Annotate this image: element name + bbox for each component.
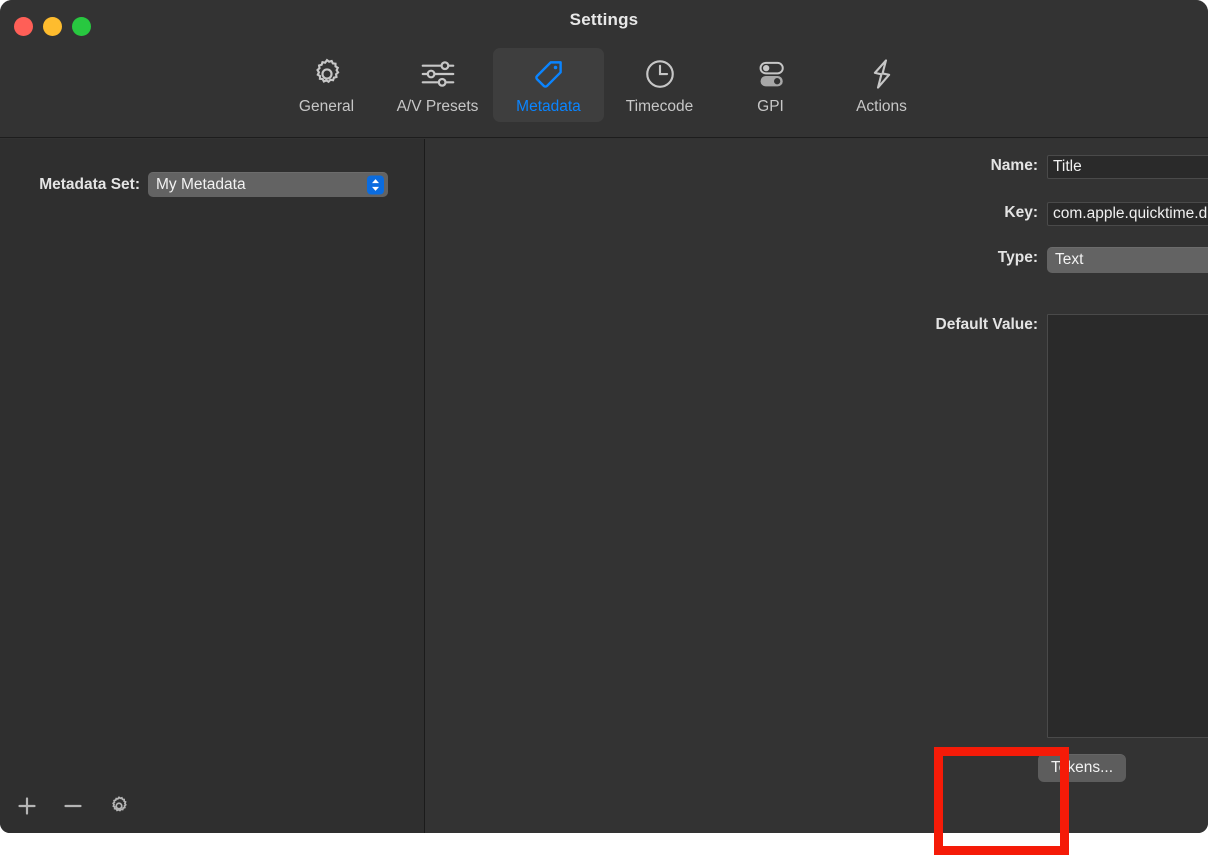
settings-content: Metadata Set: My Metadata Name: Title Ke… <box>0 139 1208 833</box>
toggles-icon <box>754 55 788 93</box>
key-row: Key: com.apple.quicktime.displayname <box>855 202 1208 226</box>
title-bar: Settings General A/V Presets Metadata Ti… <box>0 0 1208 138</box>
key-value: com.apple.quicktime.displayname <box>1053 205 1208 222</box>
tab-label: Actions <box>856 98 907 115</box>
tab-gpi[interactable]: GPI <box>715 48 826 122</box>
metadata-set-label: Metadata Set: <box>39 175 140 193</box>
tab-label: GPI <box>757 98 784 115</box>
default-value-textarea[interactable] <box>1047 314 1208 738</box>
key-input[interactable]: com.apple.quicktime.displayname <box>1047 202 1208 226</box>
type-value: Text <box>1055 251 1084 268</box>
metadata-detail-pane: Name: Title Key: com.apple.quicktime.dis… <box>425 139 1208 833</box>
tab-actions[interactable]: Actions <box>826 48 937 122</box>
tab-timecode[interactable]: Timecode <box>604 48 715 122</box>
tab-general[interactable]: General <box>271 48 382 122</box>
key-label: Key: <box>1004 204 1038 221</box>
tab-label: A/V Presets <box>396 98 479 115</box>
tab-label: Timecode <box>625 98 694 115</box>
name-label: Name: <box>990 157 1038 174</box>
clock-icon <box>643 55 677 93</box>
tab-metadata[interactable]: Metadata <box>493 48 604 122</box>
type-label: Type: <box>997 249 1038 266</box>
type-row: Type: Text <box>855 247 1208 273</box>
metadata-options-button[interactable] <box>104 791 134 821</box>
name-row: Name: Title <box>855 155 1208 179</box>
chevron-up-down-icon <box>367 175 384 194</box>
tokens-button[interactable]: Tokens... <box>1038 754 1127 782</box>
metadata-set-value: My Metadata <box>156 175 246 193</box>
default-value-label: Default Value: <box>935 316 1039 333</box>
metadata-sidebar: Metadata Set: My Metadata <box>0 139 425 833</box>
sidebar-footer-toolbar <box>0 779 425 833</box>
metadata-set-row: Metadata Set: My Metadata <box>0 172 425 197</box>
settings-toolbar: General A/V Presets Metadata Timecode GP… <box>0 48 1208 122</box>
tag-icon <box>532 55 566 93</box>
metadata-set-dropdown[interactable]: My Metadata <box>148 172 388 197</box>
remove-metadata-button[interactable] <box>58 791 88 821</box>
tab-av-presets[interactable]: A/V Presets <box>382 48 493 122</box>
bolt-icon <box>865 55 899 93</box>
type-dropdown[interactable]: Text <box>1047 247 1208 273</box>
tab-label: Metadata <box>516 98 581 115</box>
default-value-row: Default Value: <box>855 314 1208 738</box>
settings-window: Settings General A/V Presets Metadata Ti… <box>0 0 1208 833</box>
sliders-icon <box>420 55 456 93</box>
tab-label: General <box>298 98 355 115</box>
add-metadata-button[interactable] <box>12 791 42 821</box>
name-value: Title <box>1053 158 1082 175</box>
name-input[interactable]: Title <box>1047 155 1208 179</box>
window-title: Settings <box>569 10 639 29</box>
gear-icon <box>310 55 344 93</box>
